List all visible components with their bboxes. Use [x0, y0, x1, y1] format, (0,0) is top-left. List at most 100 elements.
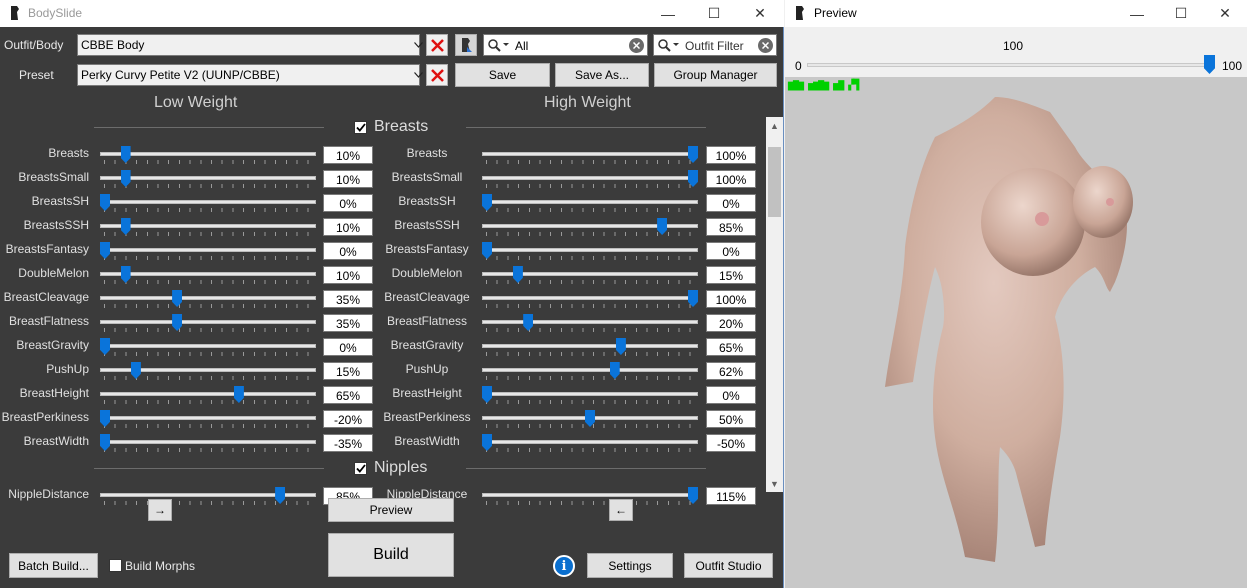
high-slider-track[interactable] [482, 248, 698, 252]
clear-icon[interactable] [758, 38, 773, 53]
low-slider-track[interactable] [100, 344, 316, 348]
high-value-field[interactable]: 85% [706, 218, 756, 236]
high-slider-label: BreastCleavage [384, 290, 470, 304]
close-button[interactable]: ✕ [1202, 0, 1247, 27]
high-slider-track[interactable] [482, 344, 698, 348]
build-morphs-label: Build Morphs [125, 559, 196, 573]
slider-row-breastflatness: BreastFlatness 35% BreastFlatness 20% [0, 310, 784, 334]
low-value-field[interactable]: 0% [323, 242, 373, 260]
low-slider-track[interactable] [100, 248, 316, 252]
low-value-field[interactable]: 10% [323, 170, 373, 188]
high-slider-track[interactable] [482, 392, 698, 396]
low-value-field[interactable]: -35% [323, 434, 373, 452]
low-value-field[interactable]: -20% [323, 410, 373, 428]
info-icon[interactable]: i [553, 555, 575, 577]
low-value-field[interactable]: 10% [323, 146, 373, 164]
low-slider-track[interactable] [100, 416, 316, 420]
high-value-field[interactable]: 15% [706, 266, 756, 284]
maximize-button[interactable]: ☐ [691, 0, 737, 27]
minimize-button[interactable]: — [645, 0, 691, 27]
scroll-up-arrow-icon[interactable]: ▲ [766, 117, 783, 134]
category-checkbox-nipples[interactable] [354, 462, 367, 475]
low-slider-track[interactable] [100, 296, 316, 300]
delete-preset-button[interactable] [426, 64, 448, 86]
low-slider-track[interactable] [100, 152, 316, 156]
high-slider-track[interactable] [482, 152, 698, 156]
low-value-field[interactable]: 35% [323, 314, 373, 332]
close-button[interactable]: ✕ [737, 0, 783, 27]
maximize-button[interactable]: ☐ [1158, 0, 1204, 27]
high-value-field[interactable]: -50% [706, 434, 756, 452]
clear-icon[interactable] [629, 38, 644, 53]
preview-titlebar[interactable]: Preview — ☐ ✕ [785, 0, 1247, 27]
preset-combo[interactable]: Perky Curvy Petite V2 (UUNP/CBBE) [77, 64, 423, 86]
low-slider-track[interactable] [100, 320, 316, 324]
outfit-filter-field[interactable]: Outfit Filter [653, 34, 777, 56]
high-slider-track[interactable] [482, 368, 698, 372]
high-slider-track[interactable] [482, 200, 698, 204]
scrollbar-thumb[interactable] [768, 147, 781, 217]
scroll-down-arrow-icon[interactable]: ▼ [766, 475, 783, 492]
group-filter-field[interactable]: All [483, 34, 648, 56]
outfit-studio-button[interactable]: Outfit Studio [684, 553, 773, 578]
high-value-field[interactable]: 62% [706, 362, 756, 380]
slider-ticks [104, 424, 316, 428]
batch-build-button[interactable]: Batch Build... [9, 553, 98, 578]
high-value-field[interactable]: 0% [706, 386, 756, 404]
low-slider-track[interactable] [100, 200, 316, 204]
high-value-field[interactable]: 50% [706, 410, 756, 428]
slider-ticks [104, 352, 316, 356]
high-value-field[interactable]: 115% [706, 487, 756, 505]
slider-ticks [104, 400, 316, 404]
preview-button[interactable]: Preview [328, 498, 454, 522]
copy-low-to-high-button[interactable]: → [148, 499, 172, 521]
high-slider-track[interactable] [482, 296, 698, 300]
bodyslide-titlebar[interactable]: BodySlide — ☐ ✕ [0, 0, 784, 27]
low-slider-track[interactable] [100, 392, 316, 396]
low-value-field[interactable]: 35% [323, 290, 373, 308]
low-slider-track[interactable] [100, 176, 316, 180]
low-slider-label: BreastPerkiness [1, 410, 89, 424]
low-slider-track[interactable] [100, 224, 316, 228]
build-morphs-checkbox[interactable] [109, 559, 122, 572]
build-button[interactable]: Build [328, 533, 454, 577]
low-slider-label: BreastHeight [19, 386, 89, 400]
high-slider-track[interactable] [482, 320, 698, 324]
outfit-combo[interactable]: CBBE Body [77, 34, 423, 56]
high-weight-header: High Weight [544, 94, 631, 111]
low-value-field[interactable]: 15% [323, 362, 373, 380]
slider-scrollbar[interactable]: ▲ ▼ [766, 117, 783, 492]
low-value-field[interactable]: 10% [323, 266, 373, 284]
minimize-button[interactable]: — [1114, 0, 1160, 27]
high-value-field[interactable]: 0% [706, 242, 756, 260]
high-value-field[interactable]: 100% [706, 146, 756, 164]
delete-outfit-button[interactable] [426, 34, 448, 56]
weight-slider-thumb[interactable] [1204, 55, 1215, 74]
low-value-field[interactable]: 0% [323, 338, 373, 356]
copy-high-to-low-button[interactable]: ← [609, 499, 633, 521]
high-slider-track[interactable] [482, 176, 698, 180]
weight-slider[interactable] [807, 63, 1215, 67]
low-value-field[interactable]: 0% [323, 194, 373, 212]
high-value-field[interactable]: 20% [706, 314, 756, 332]
save-button[interactable]: Save [455, 63, 550, 87]
high-value-field[interactable]: 100% [706, 290, 756, 308]
choose-target-button[interactable] [455, 34, 477, 56]
category-checkbox-breasts[interactable] [354, 121, 367, 134]
low-value-field[interactable]: 10% [323, 218, 373, 236]
group-manager-button[interactable]: Group Manager [654, 63, 777, 87]
low-slider-label: BreastGravity [16, 338, 89, 352]
high-value-field[interactable]: 0% [706, 194, 756, 212]
body-model-render[interactable] [785, 77, 1247, 588]
high-slider-track[interactable] [482, 440, 698, 444]
save-as-button[interactable]: Save As... [555, 63, 649, 87]
low-slider-track[interactable] [100, 272, 316, 276]
slider-ticks [486, 232, 698, 236]
low-slider-track[interactable] [100, 440, 316, 444]
low-slider-label: BreastsFantasy [5, 242, 89, 256]
settings-button[interactable]: Settings [587, 553, 673, 578]
low-value-field[interactable]: 65% [323, 386, 373, 404]
high-slider-track[interactable] [482, 493, 698, 497]
high-value-field[interactable]: 65% [706, 338, 756, 356]
high-value-field[interactable]: 100% [706, 170, 756, 188]
